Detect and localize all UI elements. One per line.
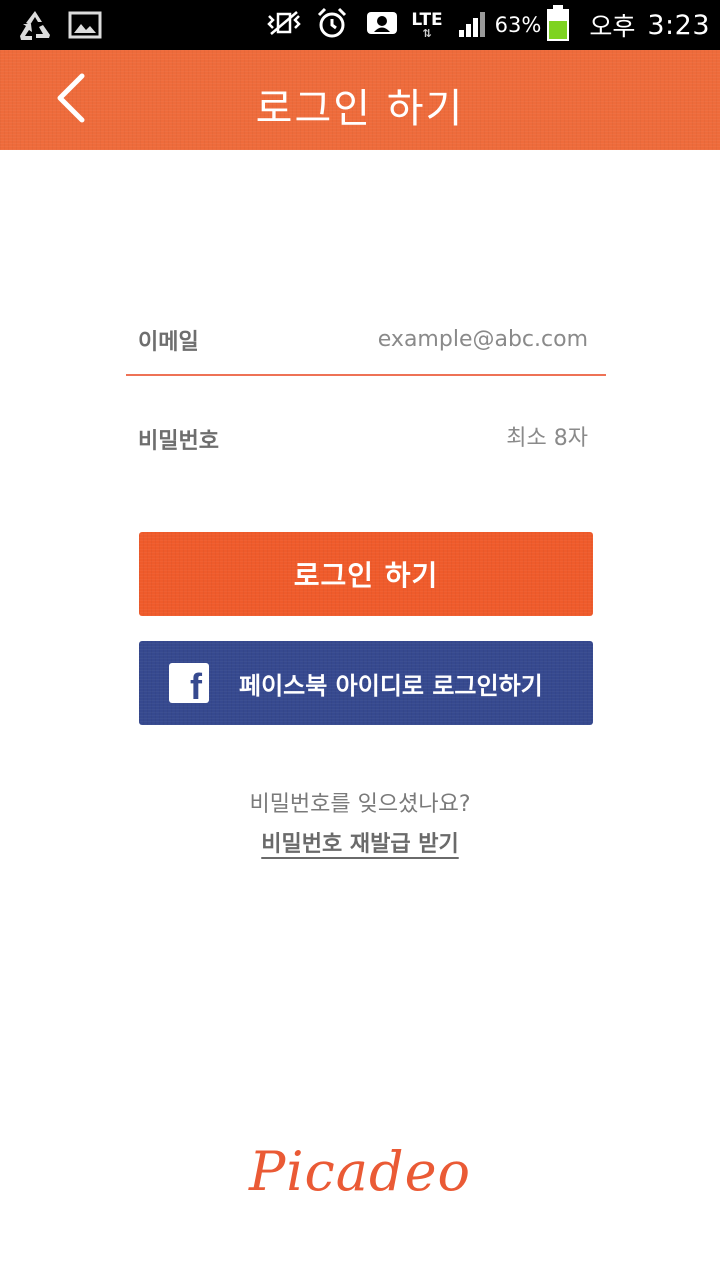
login-button[interactable]: 로그인 하기 [139,532,593,616]
picadeo-logo: Picadeo [248,1140,472,1203]
email-field-row: 이메일 [126,304,606,376]
email-input[interactable] [286,316,590,362]
password-input[interactable] [286,415,590,461]
page-title: 로그인 하기 [255,86,465,132]
gallery-icon [68,10,102,44]
time-ampm: 오후 [589,12,636,41]
reset-password-row: 비밀번호 재발급 받기 [0,826,720,858]
recycle-icon [16,8,54,46]
contact-icon [365,8,399,42]
alarm-icon [315,6,349,44]
status-bar: LTE ⇅ 63% 오후 3:23 [0,0,720,50]
signal-icon [457,8,491,42]
status-time: 3:23 [647,9,710,41]
forgot-password-text: 비밀번호를 잊으셨나요? [249,792,471,817]
login-screen: LTE ⇅ 63% 오후 3:23 로그인 하기 이메일 example@abc… [0,0,720,1280]
password-label: 비밀번호 [138,429,219,454]
reset-password-link[interactable]: 비밀번호 재발급 받기 [261,832,458,857]
status-left-icons [16,8,102,46]
facebook-login-button[interactable]: f 페이스북 아이디로 로그인하기 [139,641,593,725]
lte-indicator: LTE ⇅ [411,11,442,39]
email-label: 이메일 [138,330,199,355]
battery-percent: 63% [494,13,542,37]
vibrate-mute-icon [265,8,303,42]
password-field-row: 비밀번호 [126,403,606,473]
status-right-icons: LTE ⇅ 63% 오후 3:23 [265,0,710,50]
battery-icon [545,4,571,46]
facebook-login-label: 페이스북 아이디로 로그인하기 [239,671,543,700]
facebook-icon: f [169,663,209,707]
app-header: 로그인 하기 [0,50,720,150]
login-button-label: 로그인 하기 [293,559,439,592]
